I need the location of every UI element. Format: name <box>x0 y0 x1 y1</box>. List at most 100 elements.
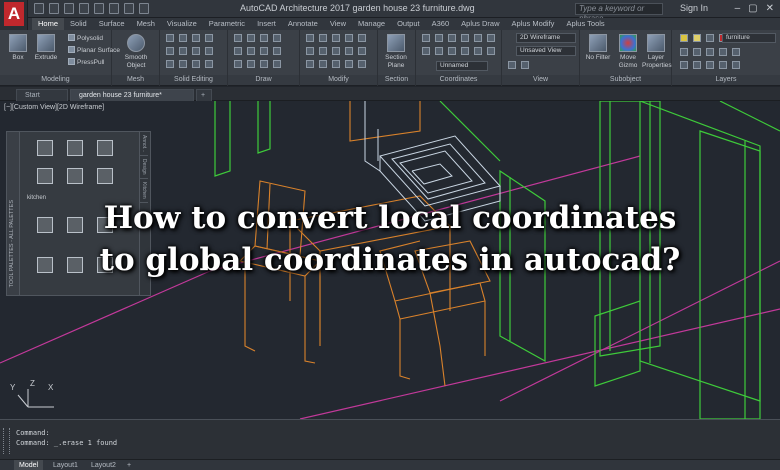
current-layer-combo[interactable]: furniture <box>722 33 776 43</box>
subobject-panel-label[interactable]: Subobject <box>580 75 671 85</box>
ucs-icon[interactable] <box>422 34 430 42</box>
save-as-icon[interactable] <box>79 3 89 14</box>
palette-tab-annotation[interactable]: Annot... <box>140 132 148 157</box>
ribbon-tab-mesh[interactable]: Mesh <box>131 18 161 30</box>
layer-walk-icon[interactable] <box>719 61 727 69</box>
restore-viewport-icon[interactable] <box>521 61 529 69</box>
layer-off-icon[interactable] <box>680 48 688 56</box>
layer-thaw-icon[interactable] <box>680 61 688 69</box>
tool-cabinet-2-icon[interactable] <box>67 140 83 156</box>
no-filter-button[interactable]: No Filter <box>584 34 612 62</box>
fillet-edge-icon[interactable] <box>166 60 174 68</box>
mesh-panel-label[interactable]: Mesh <box>112 75 159 85</box>
ribbon-tab-annotate[interactable]: Annotate <box>282 18 324 30</box>
ribbon-tab-output[interactable]: Output <box>391 18 426 30</box>
fillet-icon[interactable] <box>319 47 327 55</box>
workspace-icon[interactable] <box>139 3 149 14</box>
smooth-object-button[interactable]: Smooth Object <box>122 34 150 70</box>
layer-properties-button[interactable]: Layer Properties <box>642 34 672 70</box>
tool-cabinet-4-icon[interactable] <box>67 168 83 184</box>
move-gizmo-button[interactable]: Move Gizmo <box>614 34 642 70</box>
polysolid-button[interactable]: Polysolid <box>68 34 103 43</box>
box-button[interactable]: Box <box>4 34 32 62</box>
new-document-tab-button[interactable]: + <box>196 89 212 101</box>
draw-panel-label[interactable]: Draw <box>228 75 299 85</box>
explode-icon[interactable] <box>306 60 314 68</box>
ucs-y-icon[interactable] <box>474 34 482 42</box>
new-layout-button[interactable]: + <box>122 460 136 470</box>
layer-unlock-icon[interactable] <box>693 61 701 69</box>
ucs-z-icon[interactable] <box>487 34 495 42</box>
ucs-previous-icon[interactable] <box>487 47 495 55</box>
layer-on-icon[interactable] <box>680 34 688 42</box>
minimize-icon[interactable]: ‒ <box>735 3 741 14</box>
region-icon[interactable] <box>260 60 268 68</box>
sign-in-link[interactable]: Sign In <box>680 3 708 13</box>
arc-icon[interactable] <box>273 34 281 42</box>
rectangle-icon[interactable] <box>234 47 242 55</box>
polygon-icon[interactable] <box>234 60 242 68</box>
modeling-panel-label[interactable]: Modeling <box>0 75 111 85</box>
mirror-icon[interactable] <box>306 47 314 55</box>
erase-icon[interactable] <box>345 34 353 42</box>
layer-previous-icon[interactable] <box>732 48 740 56</box>
maximize-icon[interactable]: ▢ <box>748 3 757 14</box>
ucs-world-icon[interactable] <box>435 34 443 42</box>
command-line-grip[interactable] <box>3 428 10 454</box>
layout1-tab[interactable]: Layout1 <box>48 460 83 470</box>
saved-view-combo[interactable]: Unsaved View <box>516 46 576 56</box>
offset-icon[interactable] <box>319 60 327 68</box>
shell-icon[interactable] <box>192 60 200 68</box>
spline-icon[interactable] <box>260 47 268 55</box>
layer-unisolate-icon[interactable] <box>706 48 714 56</box>
extrude-button[interactable]: Extrude <box>32 34 60 62</box>
coordinates-panel-label[interactable]: Coordinates <box>416 75 501 85</box>
hatch-icon[interactable] <box>247 47 255 55</box>
polyline-icon[interactable] <box>247 34 255 42</box>
ribbon-tab-insert[interactable]: Insert <box>251 18 282 30</box>
ucs-object-icon[interactable] <box>435 47 443 55</box>
intersect-icon[interactable] <box>192 34 200 42</box>
ribbon-tab-aplus-tools[interactable]: Aplus Tools <box>560 18 610 30</box>
3d-rotate-icon[interactable] <box>358 60 366 68</box>
union-icon[interactable] <box>166 34 174 42</box>
ellipse-icon[interactable] <box>273 47 281 55</box>
section-plane-button[interactable]: Section Plane <box>382 34 410 70</box>
tool-sink-icon[interactable] <box>97 140 113 156</box>
move-icon[interactable] <box>306 34 314 42</box>
layout2-tab[interactable]: Layout2 <box>86 460 121 470</box>
layer-freeze-icon[interactable] <box>693 34 701 42</box>
chamfer-edge-icon[interactable] <box>179 60 187 68</box>
ribbon-tab-aplus-modify[interactable]: Aplus Modify <box>506 18 561 30</box>
modify-panel-label[interactable]: Modify <box>300 75 377 85</box>
layer-lock-icon[interactable] <box>706 34 714 42</box>
viewport-config-icon[interactable] <box>508 61 516 69</box>
tool-cabinet-5-icon[interactable] <box>97 168 113 184</box>
ribbon-tab-solid[interactable]: Solid <box>64 18 93 30</box>
named-ucs-combo[interactable]: Unnamed <box>436 61 488 71</box>
viewport-controls-label[interactable]: [−][Custom View][2D Wireframe] <box>4 104 104 111</box>
ucs-origin-icon[interactable] <box>448 34 456 42</box>
layers-panel-label[interactable]: Layers <box>672 75 780 85</box>
application-menu-button[interactable]: A <box>0 0 28 32</box>
document-tab-active[interactable]: garden house 23 furniture* <box>70 89 194 101</box>
tool-cabinet-1-icon[interactable] <box>37 140 53 156</box>
interfere-icon[interactable] <box>166 47 174 55</box>
align-icon[interactable] <box>332 60 340 68</box>
solid-editing-panel-label[interactable]: Solid Editing <box>160 75 227 85</box>
section-panel-label[interactable]: Section <box>378 75 415 85</box>
command-line-window[interactable]: Command: Command: _.erase 1 found <box>0 419 780 459</box>
ribbon-tab-surface[interactable]: Surface <box>93 18 131 30</box>
layer-merge-icon[interactable] <box>732 61 740 69</box>
slice-icon[interactable] <box>205 34 213 42</box>
new-icon[interactable] <box>34 3 44 14</box>
subtract-icon[interactable] <box>179 34 187 42</box>
save-icon[interactable] <box>64 3 74 14</box>
model-tab[interactable]: Model <box>14 460 44 470</box>
close-icon[interactable]: ✕ <box>766 3 774 14</box>
ribbon-tab-home[interactable]: Home <box>32 18 65 30</box>
presspull-button[interactable]: PressPull <box>68 58 104 67</box>
document-tab-start[interactable]: Start <box>16 89 68 101</box>
circle-icon[interactable] <box>260 34 268 42</box>
make-current-icon[interactable] <box>706 61 714 69</box>
